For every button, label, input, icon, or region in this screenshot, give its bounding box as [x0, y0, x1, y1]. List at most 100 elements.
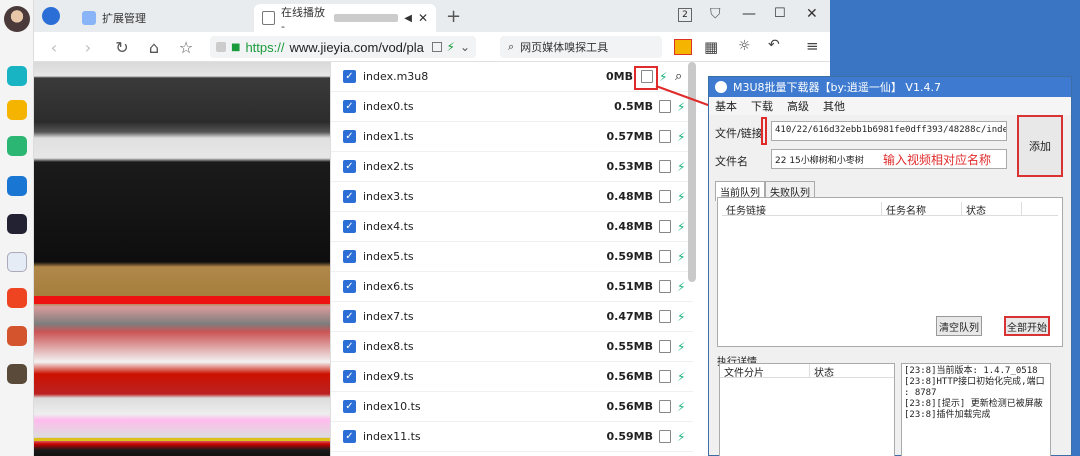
list-item[interactable]: ✓ index11.ts 0.59MB ⚡ — [331, 422, 693, 452]
list-item[interactable]: ✓ index5.ts 0.59MB ⚡ — [331, 242, 693, 272]
menu-download[interactable]: 下载 — [751, 98, 773, 114]
scrollbar[interactable] — [688, 62, 696, 282]
search-icon[interactable]: ⌕ — [675, 69, 682, 84]
start-all-button[interactable]: 全部开始 — [1004, 316, 1050, 336]
list-item[interactable]: ✓ index7.ts 0.47MB ⚡ — [331, 302, 693, 332]
copy-link-icon[interactable] — [659, 130, 671, 143]
tab-online-play[interactable]: 在线播放 - ◀ ✕ — [254, 4, 436, 33]
media-sniffer-icon[interactable] — [674, 39, 692, 55]
list-item[interactable]: ✓ index8.ts 0.55MB ⚡ — [331, 332, 693, 362]
copy-link-icon[interactable] — [659, 100, 671, 113]
copy-link-icon[interactable] — [659, 370, 671, 383]
avatar[interactable] — [4, 6, 30, 32]
list-item[interactable]: ✓ index6.ts 0.51MB ⚡ — [331, 272, 693, 302]
file-name: index11.ts — [363, 430, 421, 443]
checkbox[interactable]: ✓ — [343, 250, 356, 263]
game-app-icon[interactable] — [7, 214, 27, 234]
checkbox[interactable]: ✓ — [343, 70, 356, 83]
checkbox[interactable]: ✓ — [343, 100, 356, 113]
menu-icon[interactable]: ≡ — [806, 37, 819, 55]
download-icon[interactable]: ⚡ — [677, 310, 685, 324]
download-icon[interactable]: ⚡ — [677, 250, 685, 264]
copy-link-icon[interactable] — [659, 310, 671, 323]
forward-icon[interactable]: › — [78, 37, 98, 57]
address-bar[interactable]: ■ https:// www.jieyia.com/vod/pla ⚡ ⌄ — [210, 36, 476, 58]
tab-count-badge[interactable]: 2 — [678, 8, 692, 22]
back-icon[interactable]: ‹ — [44, 37, 64, 57]
checkbox[interactable]: ✓ — [343, 310, 356, 323]
brightness-icon[interactable]: ☼ — [738, 38, 751, 54]
download-icon[interactable]: ⚡ — [677, 190, 685, 204]
checkbox[interactable]: ✓ — [343, 400, 356, 413]
lightning-icon[interactable]: ⚡ — [447, 40, 455, 54]
copy-link-icon[interactable] — [659, 220, 671, 233]
minimize-icon[interactable]: — — [742, 6, 756, 22]
search-icon: ⌕ — [508, 40, 515, 53]
copy-link-icon[interactable] — [659, 400, 671, 413]
battle-app-icon[interactable] — [7, 364, 27, 384]
character-app-icon[interactable] — [7, 326, 27, 346]
shirt-icon[interactable]: ⛉ — [710, 6, 721, 22]
close-tab-icon[interactable]: ✕ — [418, 11, 428, 25]
copy-link-icon[interactable] — [659, 250, 671, 263]
red-app-icon[interactable] — [7, 288, 27, 308]
download-icon[interactable]: ⚡ — [677, 370, 685, 384]
star-app-icon[interactable] — [7, 100, 27, 120]
home-icon[interactable]: ⌂ — [144, 37, 164, 57]
download-icon[interactable]: ⚡ — [677, 280, 685, 294]
download-icon[interactable]: ⚡ — [677, 430, 685, 444]
cloud-app-icon[interactable] — [7, 136, 27, 156]
download-icon[interactable]: ⚡ — [677, 400, 685, 414]
doc-app-icon[interactable] — [7, 252, 27, 272]
download-icon[interactable]: ⚡ — [677, 100, 685, 114]
plus-app-icon[interactable] — [7, 66, 27, 86]
checkbox[interactable]: ✓ — [343, 160, 356, 173]
file-link-field[interactable]: 410/22/616d32ebb1b6981fe0dff393/48288c/i… — [771, 121, 1007, 141]
maximize-icon[interactable]: ☐ — [774, 6, 786, 21]
checkbox[interactable]: ✓ — [343, 130, 356, 143]
new-tab-button[interactable]: + — [446, 6, 461, 27]
copy-link-icon[interactable] — [659, 280, 671, 293]
download-icon[interactable]: ⚡ — [677, 220, 685, 234]
checkbox[interactable]: ✓ — [343, 340, 356, 353]
copy-link-icon[interactable] — [659, 160, 671, 173]
list-item[interactable]: ✓ index2.ts 0.53MB ⚡ — [331, 152, 693, 182]
p-app-icon[interactable] — [7, 176, 27, 196]
copy-link-icon[interactable] — [659, 340, 671, 353]
file-size: 0.56MB — [606, 370, 653, 383]
reload-icon[interactable]: ↻ — [112, 37, 132, 57]
bookmark-star-icon[interactable]: ☆ — [176, 37, 196, 57]
copy-link-icon[interactable] — [659, 190, 671, 203]
download-icon[interactable]: ⚡ — [677, 160, 685, 174]
download-icon[interactable]: ⚡ — [677, 340, 685, 354]
tab-extensions[interactable]: 扩展管理 — [74, 4, 154, 32]
menu-basic[interactable]: 基本 — [715, 98, 737, 114]
list-item[interactable]: ✓ index0.ts 0.5MB ⚡ — [331, 92, 693, 122]
checkbox[interactable]: ✓ — [343, 370, 356, 383]
add-button[interactable]: 添加 — [1017, 115, 1063, 177]
search-box[interactable]: ⌕ 网页媒体嗅探工具 — [500, 36, 662, 58]
chevron-down-icon[interactable]: ⌄ — [460, 40, 470, 54]
browser-logo-icon[interactable] — [42, 7, 60, 25]
list-item[interactable]: ✓ index1.ts 0.57MB ⚡ — [331, 122, 693, 152]
download-icon[interactable]: ⚡ — [677, 130, 685, 144]
checkbox[interactable]: ✓ — [343, 430, 356, 443]
undo-icon[interactable]: ↶ — [768, 37, 780, 53]
menu-advanced[interactable]: 高级 — [787, 98, 809, 114]
checkbox[interactable]: ✓ — [343, 220, 356, 233]
close-icon[interactable]: ✕ — [806, 6, 818, 22]
qr-icon[interactable] — [431, 42, 442, 52]
menu-other[interactable]: 其他 — [823, 98, 845, 114]
list-item[interactable]: ✓ index9.ts 0.56MB ⚡ — [331, 362, 693, 392]
grid-icon[interactable]: ▦ — [704, 38, 718, 56]
copy-link-icon[interactable] — [659, 430, 671, 443]
checkbox[interactable]: ✓ — [343, 280, 356, 293]
list-item[interactable]: ✓ index10.ts 0.56MB ⚡ — [331, 392, 693, 422]
mute-icon[interactable]: ◀ — [404, 13, 412, 24]
list-item[interactable]: ✓ index4.ts 0.48MB ⚡ — [331, 212, 693, 242]
checkbox[interactable]: ✓ — [343, 190, 356, 203]
list-item[interactable]: ✓ index3.ts 0.48MB ⚡ — [331, 182, 693, 212]
download-icon[interactable]: ⚡ — [659, 70, 667, 84]
clear-queue-button[interactable]: 清空队列 — [936, 316, 982, 336]
log-line: [23:8]HTTP接口初始化完成,端口 — [904, 377, 1045, 387]
